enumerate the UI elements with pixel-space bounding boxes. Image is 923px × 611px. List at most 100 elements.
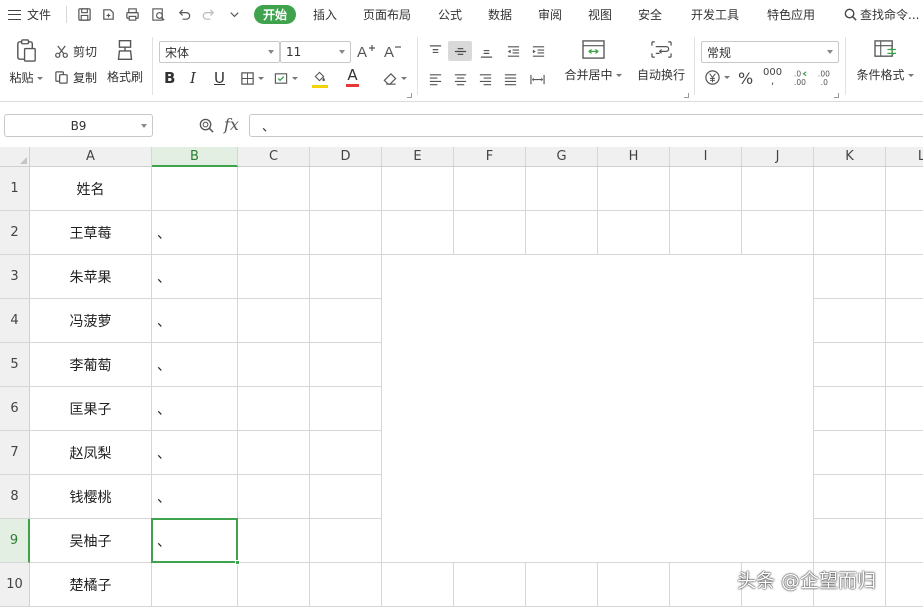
tab-developer[interactable]: 开发工具: [691, 0, 739, 29]
row-header-10[interactable]: 10: [0, 563, 30, 607]
cell-b10[interactable]: [152, 563, 238, 607]
cell-e1[interactable]: [382, 167, 454, 211]
tab-review[interactable]: 审阅: [538, 0, 562, 29]
percent-style-button[interactable]: %: [738, 69, 753, 88]
borders-button[interactable]: [240, 71, 264, 86]
cell-b8[interactable]: 、: [152, 475, 238, 519]
zoom-function-button[interactable]: [198, 117, 215, 134]
clear-format-button[interactable]: [382, 71, 407, 86]
cell-k1[interactable]: [814, 167, 886, 211]
insert-function-button[interactable]: fx: [224, 115, 239, 134]
cell-l7[interactable]: [886, 431, 923, 475]
cell-c2[interactable]: [238, 211, 310, 255]
column-header-i[interactable]: I: [670, 147, 742, 167]
cell-g1[interactable]: [526, 167, 598, 211]
row-header-9[interactable]: 9: [0, 519, 30, 563]
cell-f1[interactable]: [454, 167, 526, 211]
cell-l2[interactable]: [886, 211, 923, 255]
cell-a8[interactable]: 钱樱桃: [30, 475, 152, 519]
column-header-h[interactable]: H: [598, 147, 670, 167]
column-header-k[interactable]: K: [814, 147, 886, 167]
cell-a1[interactable]: 姓名: [30, 167, 152, 211]
cell-b4[interactable]: 、: [152, 299, 238, 343]
cell-b5[interactable]: 、: [152, 343, 238, 387]
tab-view[interactable]: 视图: [588, 0, 612, 29]
row-header-8[interactable]: 8: [0, 475, 30, 519]
row-header-4[interactable]: 4: [0, 299, 30, 343]
increase-font-size-button[interactable]: A: [356, 42, 376, 60]
cell-c3[interactable]: [238, 255, 310, 299]
merge-center-button[interactable]: 合并居中: [562, 39, 624, 83]
cell-a10[interactable]: 楚橘子: [30, 563, 152, 607]
cell-k5[interactable]: [814, 343, 886, 387]
cut-button[interactable]: 剪切: [54, 43, 97, 60]
cell-i2[interactable]: [670, 211, 742, 255]
italic-button[interactable]: I: [190, 69, 196, 87]
cell-d9[interactable]: [310, 519, 382, 563]
tab-security[interactable]: 安全: [638, 0, 662, 29]
undo-button[interactable]: [174, 0, 194, 29]
print-preview-button[interactable]: [148, 0, 168, 29]
align-left-button[interactable]: [425, 69, 445, 89]
cell-a7[interactable]: 赵凤梨: [30, 431, 152, 475]
cell-b6[interactable]: 、: [152, 387, 238, 431]
formula-input[interactable]: 、: [249, 114, 923, 137]
cell-c10[interactable]: [238, 563, 310, 607]
decrease-decimal-button[interactable]: .00.0: [816, 69, 835, 86]
cell-d10[interactable]: [310, 563, 382, 607]
export-pdf-button[interactable]: [98, 0, 118, 29]
align-bottom-button[interactable]: [476, 41, 496, 61]
column-header-j[interactable]: J: [742, 147, 814, 167]
cell-d1[interactable]: [310, 167, 382, 211]
fill-color-button[interactable]: [311, 69, 328, 88]
row-header-7[interactable]: 7: [0, 431, 30, 475]
cell-l8[interactable]: [886, 475, 923, 519]
cell-a3[interactable]: 朱苹果: [30, 255, 152, 299]
paste-button[interactable]: 粘贴: [8, 37, 44, 86]
increase-decimal-button[interactable]: .0.00: [792, 69, 811, 86]
cell-e2[interactable]: [382, 211, 454, 255]
cell-i1[interactable]: [670, 167, 742, 211]
customize-toolbar-button[interactable]: [224, 0, 244, 29]
decrease-indent-button[interactable]: [503, 41, 523, 61]
redo-button[interactable]: [198, 0, 218, 29]
name-box[interactable]: B9: [4, 114, 153, 137]
column-header-c[interactable]: C: [238, 147, 310, 167]
copy-button[interactable]: 复制: [54, 69, 97, 86]
currency-format-button[interactable]: [704, 69, 730, 86]
cell-d5[interactable]: [310, 343, 382, 387]
column-header-l[interactable]: L: [886, 147, 923, 167]
cell-g10[interactable]: [526, 563, 598, 607]
thousands-separator-button[interactable]: 000 ,: [763, 68, 782, 87]
font-name-select[interactable]: 宋体: [159, 41, 280, 63]
number-format-select[interactable]: 常规: [701, 41, 839, 63]
column-header-a[interactable]: A: [30, 147, 152, 167]
cell-a9[interactable]: 吴柚子: [30, 519, 152, 563]
print-button[interactable]: [122, 0, 142, 29]
cell-k2[interactable]: [814, 211, 886, 255]
cell-l4[interactable]: [886, 299, 923, 343]
cell-a2[interactable]: 王草莓: [30, 211, 152, 255]
align-right-button[interactable]: [475, 69, 495, 89]
cell-l10[interactable]: [886, 563, 923, 607]
cell-k7[interactable]: [814, 431, 886, 475]
column-header-b[interactable]: B: [152, 147, 238, 167]
increase-indent-button[interactable]: [528, 41, 548, 61]
tab-insert[interactable]: 插入: [313, 0, 337, 29]
cell-d8[interactable]: [310, 475, 382, 519]
align-top-button[interactable]: [425, 41, 445, 61]
cell-c1[interactable]: [238, 167, 310, 211]
format-painter-button[interactable]: 格式刷: [106, 37, 144, 85]
cell-d4[interactable]: [310, 299, 382, 343]
cell-d7[interactable]: [310, 431, 382, 475]
cell-k9[interactable]: [814, 519, 886, 563]
cell-c5[interactable]: [238, 343, 310, 387]
cell-f10[interactable]: [454, 563, 526, 607]
cell-g2[interactable]: [526, 211, 598, 255]
cell-a5[interactable]: 李葡萄: [30, 343, 152, 387]
row-header-2[interactable]: 2: [0, 211, 30, 255]
column-header-e[interactable]: E: [382, 147, 454, 167]
cell-c8[interactable]: [238, 475, 310, 519]
row-header-3[interactable]: 3: [0, 255, 30, 299]
align-middle-button[interactable]: [448, 41, 472, 61]
